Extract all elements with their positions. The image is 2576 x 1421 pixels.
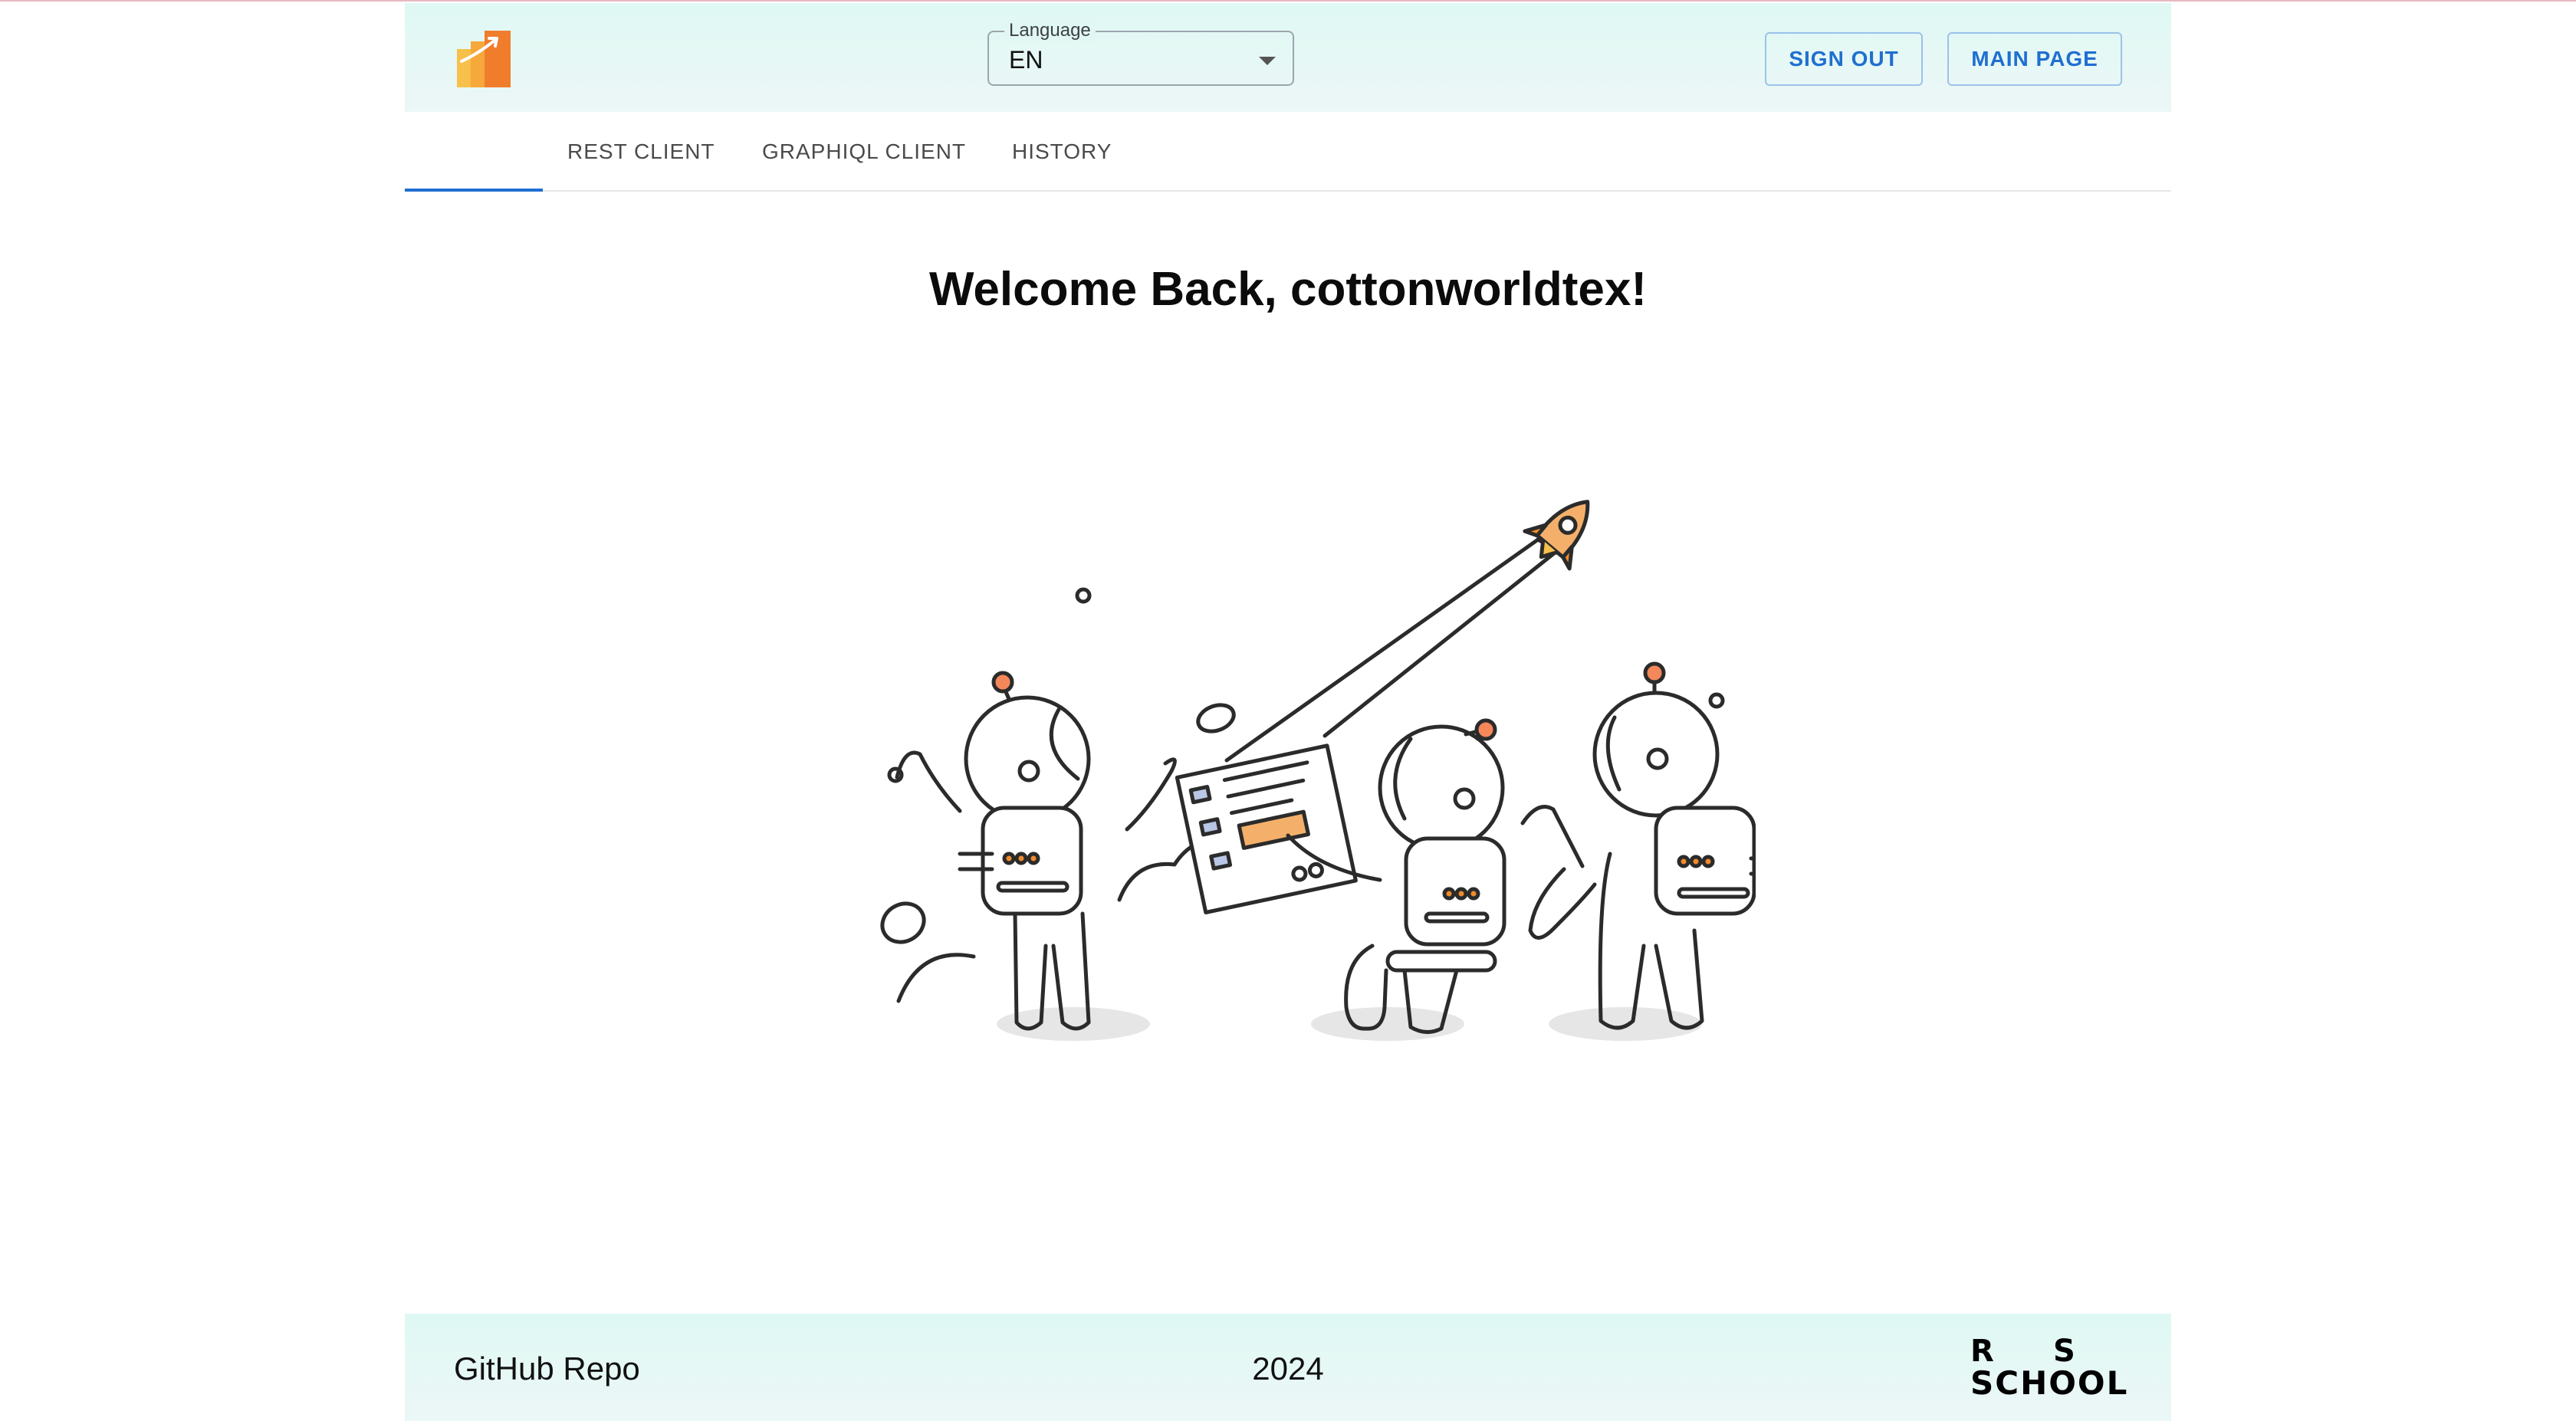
tab-graphiql-client[interactable]: GRAPHIQL CLIENT (762, 139, 966, 164)
astronaut-left (895, 671, 1177, 1031)
tab-bar: REST CLIENT GRAPHIQL CLIENT HISTORY (405, 112, 2171, 192)
sign-out-button[interactable]: SIGN OUT (1765, 32, 1923, 86)
chevron-down-icon (1259, 57, 1276, 65)
language-select[interactable]: Language EN (987, 20, 1294, 86)
language-label: Language (1004, 20, 1096, 41)
welcome-heading: Welcome Back, cottonworldtex! (929, 263, 1647, 316)
app-container: Language EN SIGN OUT MAIN PAGE REST CLIE… (405, 3, 2171, 1421)
language-value: EN (1009, 46, 1043, 74)
main-page-button[interactable]: MAIN PAGE (1947, 32, 2122, 86)
astronaut-right (1528, 661, 1756, 1030)
header: Language EN SIGN OUT MAIN PAGE (405, 3, 2171, 112)
rs-school-logo[interactable]: R S SCHOOL (1969, 1334, 2137, 1402)
footer-year: 2024 (1252, 1350, 1324, 1387)
astronauts-illustration (880, 500, 1756, 1041)
tab-history[interactable]: HISTORY (1012, 139, 1112, 164)
astronaut-center (1175, 718, 1585, 1034)
footer: GitHub Repo 2024 R S SCHOOL (405, 1314, 2171, 1421)
tab-indicator (405, 189, 543, 192)
app-logo-icon[interactable] (457, 31, 511, 87)
tab-rest-client[interactable]: REST CLIENT (567, 139, 715, 164)
browser-top-border (0, 0, 2576, 2)
